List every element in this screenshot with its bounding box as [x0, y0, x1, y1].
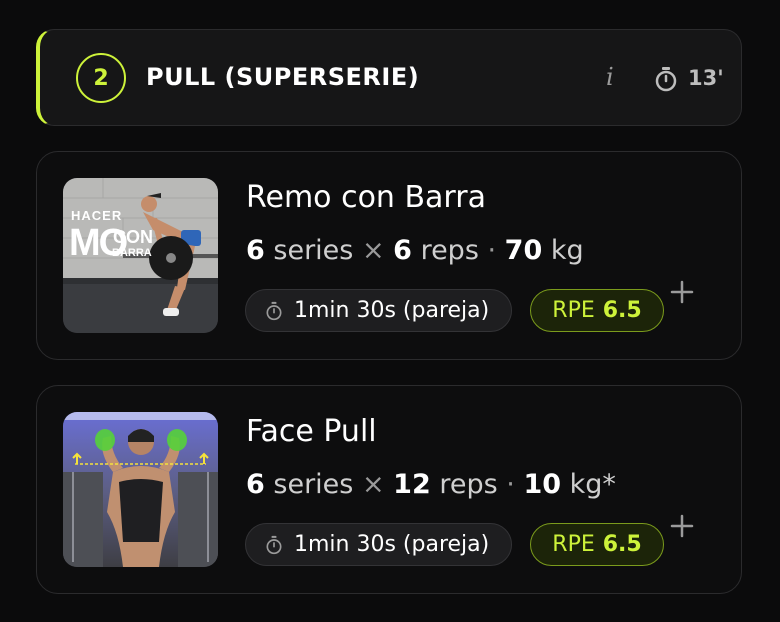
rpe-value: 6.5 — [602, 532, 642, 557]
block-header: 2 PULL (SUPERSERIE) i 13' — [36, 29, 742, 126]
sets-label: series — [273, 235, 354, 266]
exercise-thumbnail — [63, 412, 218, 567]
rpe-label: RPE — [552, 298, 595, 323]
rest-time-text: 1min 30s (pareja) — [294, 532, 490, 557]
exercise-name: Remo con Barra — [246, 180, 486, 215]
rpe-chip[interactable]: RPE 6.5 — [530, 523, 664, 566]
exercise-card[interactable]: Face Pull 6 series × 12 reps · 10 kg* 1m… — [36, 385, 742, 594]
sets-label: series — [273, 469, 354, 500]
reps-label: reps — [420, 235, 479, 266]
weight-unit: kg* — [569, 469, 616, 500]
block-duration: 13' — [688, 66, 724, 90]
dot-separator: · — [487, 235, 497, 266]
rest-time-chip[interactable]: 1min 30s (pareja) — [245, 523, 512, 566]
reps-label: reps — [439, 469, 498, 500]
times-separator: × — [361, 469, 385, 500]
thumbnail-text-hacer: HACER — [71, 208, 123, 223]
rest-time-text: 1min 30s (pareja) — [294, 298, 490, 323]
reps-value: 6 — [393, 235, 412, 266]
plus-icon[interactable] — [670, 514, 694, 538]
times-separator: × — [361, 235, 385, 266]
rpe-value: 6.5 — [602, 298, 642, 323]
thumbnail-text-barra: BARRA — [112, 247, 152, 259]
info-icon[interactable]: i — [606, 63, 614, 91]
weight-value: 10 — [523, 469, 562, 500]
stopwatch-icon — [655, 67, 677, 92]
block-title: PULL (SUPERSERIE) — [146, 63, 420, 91]
weight-value: 70 — [504, 235, 543, 266]
sets-value: 6 — [246, 235, 265, 266]
reps-value: 12 — [393, 469, 431, 500]
plus-icon[interactable] — [670, 280, 694, 304]
weight-unit: kg — [550, 235, 584, 266]
rpe-label: RPE — [552, 532, 595, 557]
exercise-thumbnail: HACER MO CON BARRA — [63, 178, 218, 333]
rpe-chip[interactable]: RPE 6.5 — [530, 289, 664, 332]
exercise-card[interactable]: HACER MO CON BARRA Remo con Barra 6 seri… — [36, 151, 742, 360]
dot-separator: · — [506, 469, 515, 500]
face-pull-image — [63, 412, 218, 567]
stopwatch-icon — [266, 301, 282, 320]
rest-time-chip[interactable]: 1min 30s (pareja) — [245, 289, 512, 332]
block-number-badge: 2 — [76, 53, 126, 103]
sets-value: 6 — [246, 469, 265, 500]
thumbnail-text-con: CON — [113, 227, 153, 247]
stopwatch-icon — [266, 535, 282, 554]
exercise-prescription: 6 series × 12 reps · 10 kg* — [246, 469, 616, 500]
exercise-prescription: 6 series × 6 reps · 70 kg — [246, 235, 584, 266]
exercise-name: Face Pull — [246, 414, 377, 449]
